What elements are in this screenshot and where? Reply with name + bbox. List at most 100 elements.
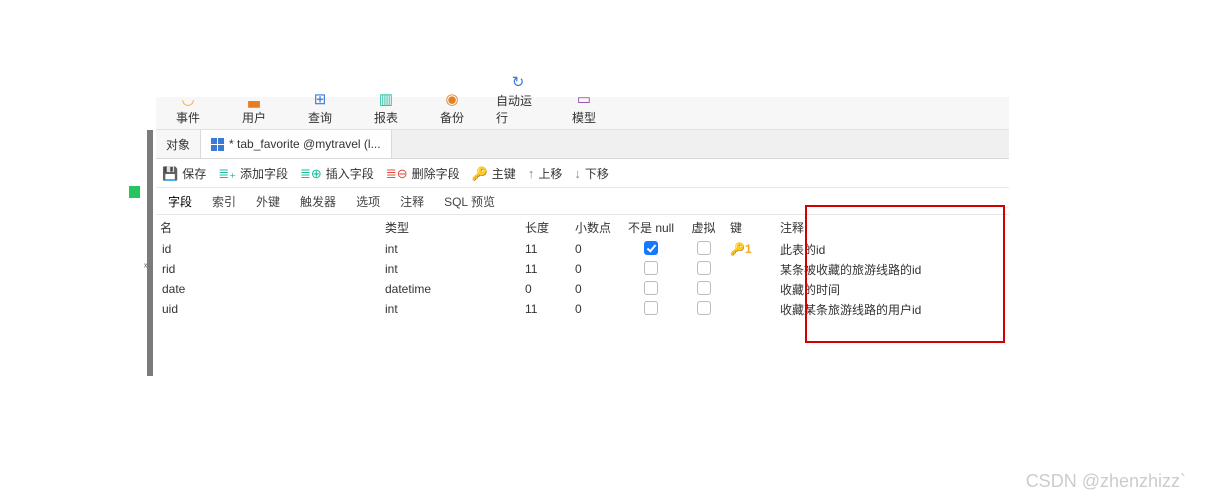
col-length[interactable]: 长度 xyxy=(521,216,571,239)
green-marker xyxy=(129,186,140,198)
table-row[interactable]: idint110🔑1此表的id xyxy=(156,239,1009,259)
col-key[interactable]: 键 xyxy=(726,216,776,239)
toolbar-item[interactable]: ▭ 模型 xyxy=(562,91,606,129)
table-icon xyxy=(211,138,224,151)
cell-type[interactable]: int xyxy=(381,299,521,319)
arrow-down-icon: ↓ xyxy=(574,167,581,180)
cell-length[interactable]: 11 xyxy=(521,259,571,279)
delete-field-button[interactable]: ≣⊖删除字段 xyxy=(386,165,460,182)
toolbar-icon: ⊞ xyxy=(314,91,327,107)
cell-type[interactable]: int xyxy=(381,259,521,279)
virtual-checkbox[interactable] xyxy=(697,261,711,275)
table-row[interactable]: datedatetime00收藏的时间 xyxy=(156,279,1009,299)
cell-length[interactable]: 11 xyxy=(521,299,571,319)
toolbar-icon: ▭ xyxy=(577,91,591,107)
notnull-checkbox[interactable] xyxy=(644,261,658,275)
notnull-checkbox[interactable] xyxy=(644,301,658,315)
toolbar-label: 事件 xyxy=(176,109,200,126)
toolbar-icon: ▃ xyxy=(248,91,260,107)
cell-name[interactable]: ˣrid xyxy=(156,259,381,279)
col-type[interactable]: 类型 xyxy=(381,216,521,239)
col-comment[interactable]: 注释 xyxy=(776,216,1009,239)
toolbar-label: 用户 xyxy=(242,109,266,126)
toolbar-label: 查询 xyxy=(308,109,332,126)
sub-tab[interactable]: 选项 xyxy=(354,188,382,215)
cell-key[interactable] xyxy=(726,306,776,312)
notnull-checkbox[interactable] xyxy=(644,241,658,255)
cell-key[interactable]: 🔑1 xyxy=(726,239,776,259)
cell-length[interactable]: 0 xyxy=(521,279,571,299)
key-icon: 🔑 xyxy=(472,167,488,180)
insert-field-icon: ≣⊕ xyxy=(300,167,322,180)
tab-objects[interactable]: 对象 xyxy=(156,130,201,158)
toolbar-item[interactable]: ⊞ 查询 xyxy=(298,91,342,129)
cell-notnull[interactable] xyxy=(621,298,681,321)
cell-type[interactable]: int xyxy=(381,239,521,259)
insert-field-label: 插入字段 xyxy=(326,165,374,182)
virtual-checkbox[interactable] xyxy=(697,241,711,255)
save-button[interactable]: 💾 保存 xyxy=(162,165,206,182)
sub-tab[interactable]: 字段 xyxy=(166,188,194,215)
cell-type[interactable]: datetime xyxy=(381,279,521,299)
move-up-button[interactable]: ↑上移 xyxy=(528,165,563,182)
cell-decimal[interactable]: 0 xyxy=(571,259,621,279)
toolbar-label: 模型 xyxy=(572,109,596,126)
design-toolbar: 💾 保存 ≣₊ 添加字段 ≣⊕ 插入字段 ≣⊖删除字段 🔑 主键 ↑上移 ↓ 下移 xyxy=(156,159,1009,188)
toolbar-item[interactable]: ◡ 事件 xyxy=(166,91,210,129)
cell-name[interactable]: uid xyxy=(156,299,381,319)
move-up-label: 上移 xyxy=(538,165,562,182)
primary-key-label: 主键 xyxy=(492,165,516,182)
toolbar-item[interactable]: ↻ 自动运行 xyxy=(496,74,540,129)
add-field-icon: ≣₊ xyxy=(218,167,236,180)
save-label: 保存 xyxy=(182,165,206,182)
sub-tab[interactable]: 索引 xyxy=(210,188,238,215)
tab-label: * tab_favorite @mytravel (l... xyxy=(229,137,381,151)
arrow-up-icon: ↑ xyxy=(528,167,535,180)
table-row[interactable]: uidint110 收藏某条旅游线路的用户id xyxy=(156,299,1009,319)
toolbar-label: 自动运行 xyxy=(496,92,540,126)
tab-table-designer[interactable]: * tab_favorite @mytravel (l... xyxy=(201,130,392,158)
left-shelf xyxy=(147,130,153,376)
toolbar-label: 备份 xyxy=(440,109,464,126)
sub-tabs: 字段索引外键触发器选项注释 SQL 预览 xyxy=(156,188,1009,215)
grid-header: 名 类型 长度 小数点 不是 null 虚拟 键 注释 xyxy=(156,215,1009,239)
table-row[interactable]: ˣridint110某条被收藏的旅游线路的id xyxy=(156,259,1009,279)
cell-decimal[interactable]: 0 xyxy=(571,279,621,299)
toolbar-item[interactable]: ▃ 用户 xyxy=(232,91,276,129)
col-virtual[interactable]: 虚拟 xyxy=(681,216,726,239)
sub-tab[interactable]: 注释 xyxy=(398,188,426,215)
toolbar-icon: ▥ xyxy=(379,91,393,107)
cell-name[interactable]: id xyxy=(156,239,381,259)
insert-field-button[interactable]: ≣⊕ 插入字段 xyxy=(300,165,374,182)
cell-decimal[interactable]: 0 xyxy=(571,239,621,259)
toolbar-item[interactable]: ◉备份 xyxy=(430,91,474,129)
toolbar-icon: ↻ xyxy=(512,74,525,90)
cell-length[interactable]: 11 xyxy=(521,239,571,259)
sub-tab[interactable]: 外键 xyxy=(254,188,282,215)
sub-tab[interactable]: 触发器 xyxy=(298,188,338,215)
move-down-button[interactable]: ↓ 下移 xyxy=(574,165,609,182)
toolbar-icon: ◡ xyxy=(181,91,194,107)
delete-field-label: 删除字段 xyxy=(412,165,460,182)
virtual-checkbox[interactable] xyxy=(697,301,711,315)
cell-key[interactable] xyxy=(726,286,776,292)
save-icon: 💾 xyxy=(162,167,178,180)
watermark: CSDN @zhenzhizz` xyxy=(1026,471,1186,492)
add-field-button[interactable]: ≣₊ 添加字段 xyxy=(218,165,288,182)
col-decimal[interactable]: 小数点 xyxy=(571,216,621,239)
sub-tab[interactable]: SQL 预览 xyxy=(442,188,497,215)
cell-comment[interactable]: 收藏某条旅游线路的用户id xyxy=(776,298,1009,321)
col-name[interactable]: 名 xyxy=(156,216,381,239)
add-field-label: 添加字段 xyxy=(240,165,288,182)
col-notnull[interactable]: 不是 null xyxy=(621,216,681,239)
virtual-checkbox[interactable] xyxy=(697,281,711,295)
main-toolbar: ◡事件▃用户⊞查询▥报表◉备份↻自动运行▭模型 xyxy=(156,97,1009,130)
move-down-label: 下移 xyxy=(585,165,609,182)
cell-name[interactable]: date xyxy=(156,279,381,299)
cell-decimal[interactable]: 0 xyxy=(571,299,621,319)
cell-virtual[interactable] xyxy=(681,298,726,321)
cell-key[interactable] xyxy=(726,266,776,272)
primary-key-button[interactable]: 🔑 主键 xyxy=(472,165,516,182)
toolbar-item[interactable]: ▥报表 xyxy=(364,91,408,129)
notnull-checkbox[interactable] xyxy=(644,281,658,295)
